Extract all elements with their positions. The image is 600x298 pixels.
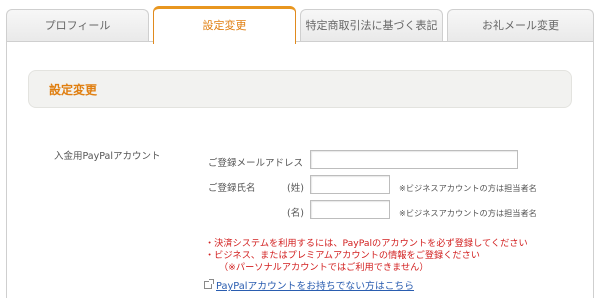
tab-settings[interactable]: 設定変更	[153, 6, 296, 44]
first-name-label: (名)	[287, 208, 304, 219]
paypal-account-label: 入金用PayPalアカウント	[54, 151, 161, 162]
last-name-field[interactable]	[310, 175, 390, 194]
email-field[interactable]	[310, 150, 518, 169]
business-note: ※ビジネスアカウントの方は担当者名	[399, 183, 537, 193]
tab-bar: プロフィール 設定変更 特定商取引法に基づく表記 お礼メール変更	[6, 6, 594, 44]
tab-label: お礼メール変更	[482, 19, 559, 32]
tab-commercial-law[interactable]: 特定商取引法に基づく表記	[300, 9, 443, 42]
paypal-signup-link-text: PayPalアカウントをお持ちでない方はこちら	[216, 281, 415, 292]
section-header: 設定変更	[28, 70, 572, 108]
name-label: ご登録氏名	[208, 183, 256, 194]
business-note: ※ビジネスアカウントの方は担当者名	[399, 208, 537, 218]
tab-label: プロフィール	[44, 19, 111, 32]
last-name-label: (姓)	[287, 183, 304, 194]
email-label: ご登録メールアドレス	[208, 158, 304, 169]
paypal-signup-link[interactable]: PayPalアカウントをお持ちでない方はこちら	[204, 278, 414, 292]
section-title: 設定変更	[49, 83, 98, 97]
warning-text: （※パーソナルアカウントではご利用できません）	[219, 262, 429, 273]
tab-thank-you-mail[interactable]: お礼メール変更	[447, 9, 594, 42]
first-name-field[interactable]	[310, 200, 390, 219]
tab-label: 設定変更	[202, 19, 247, 32]
tab-label: 特定商取引法に基づく表記	[305, 19, 438, 32]
external-link-icon	[204, 279, 214, 289]
tab-profile[interactable]: プロフィール	[6, 9, 149, 42]
settings-panel: 設定変更 入金用PayPalアカウント ご登録メールアドレス ご登録氏名 (姓)…	[6, 41, 594, 298]
